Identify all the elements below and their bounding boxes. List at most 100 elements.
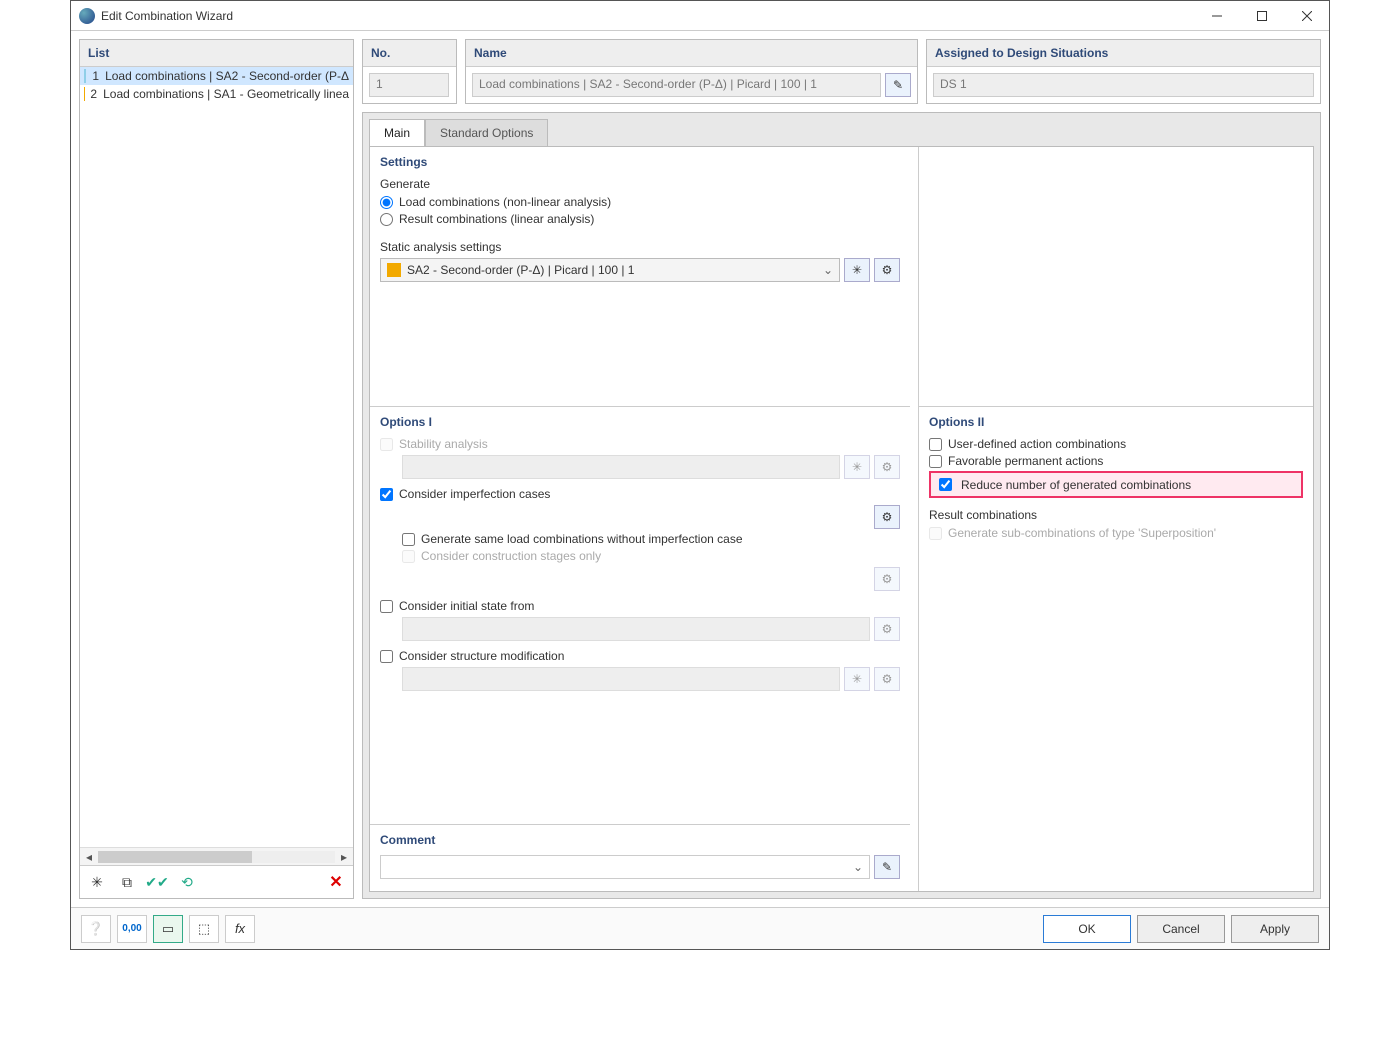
gear-icon: ⚙ (882, 460, 893, 474)
options1-title: Options I (380, 415, 900, 429)
refresh-button[interactable]: ⟲ (174, 870, 200, 894)
check-favorable[interactable]: Favorable permanent actions (929, 454, 1303, 468)
comment-section: Comment ⌄ ✎ (370, 825, 910, 891)
edit-name-button[interactable]: ✎ (885, 73, 911, 97)
check-button[interactable]: ✔✔ (144, 870, 170, 894)
radio-load-label: Load combinations (non-linear analysis) (399, 195, 611, 209)
close-button[interactable] (1284, 1, 1329, 30)
check-stability: Stability analysis (380, 437, 900, 451)
check-user-defined[interactable]: User-defined action combinations (929, 437, 1303, 451)
check-user-defined-input[interactable] (929, 438, 942, 451)
close-icon (1302, 11, 1312, 21)
edit-analysis-button[interactable]: ⚙ (874, 258, 900, 282)
help-button[interactable]: ❔ (81, 915, 111, 943)
check-initial-state-label: Consider initial state from (399, 599, 534, 613)
comment-title: Comment (380, 833, 900, 847)
generate-label: Generate (380, 177, 900, 191)
check-favorable-label: Favorable permanent actions (948, 454, 1103, 468)
refresh-icon: ⟲ (181, 874, 193, 891)
name-header: Name (466, 40, 917, 67)
help-icon: ❔ (88, 921, 104, 937)
view-button[interactable]: ⬚ (189, 915, 219, 943)
check-generate-same-input[interactable] (402, 533, 415, 546)
edit-stability-button: ⚙ (874, 455, 900, 479)
check-icon: ✔✔ (145, 874, 168, 891)
no-value: 1 (369, 73, 449, 97)
color-swatch-icon (387, 263, 401, 277)
check-initial-state[interactable]: Consider initial state from (380, 599, 900, 613)
gear-icon: ⚙ (882, 622, 893, 636)
static-analysis-value: SA2 - Second-order (P-Δ) | Picard | 100 … (407, 263, 634, 277)
list-toolbar: ✳ ⧉ ✔✔ ⟲ ✕ (80, 865, 353, 898)
copy-icon: ⧉ (122, 874, 132, 891)
edit-icon: ✎ (882, 860, 892, 874)
new-stability-button: ✳ (844, 455, 870, 479)
comment-input[interactable]: ⌄ (380, 855, 870, 879)
horizontal-scrollbar[interactable]: ◂ ▸ (80, 847, 353, 865)
check-generate-same[interactable]: Generate same load combinations without … (402, 532, 900, 546)
copy-button[interactable]: ⧉ (114, 870, 140, 894)
script-button[interactable]: fx (225, 915, 255, 943)
ds-header: Assigned to Design Situations (927, 40, 1320, 67)
stability-combo (402, 455, 840, 479)
result-combinations-label: Result combinations (929, 508, 1303, 522)
new-icon: ✳ (852, 263, 862, 277)
tab-standard-options[interactable]: Standard Options (425, 119, 548, 146)
scroll-left-icon[interactable]: ◂ (80, 850, 98, 864)
tabs-container: Main Standard Options Settings Generate … (362, 112, 1321, 899)
display-icon: ▭ (162, 921, 174, 937)
check-structure-mod-input[interactable] (380, 650, 393, 663)
check-generate-sub: Generate sub-combinations of type 'Super… (929, 526, 1303, 540)
new-analysis-button[interactable]: ✳ (844, 258, 870, 282)
list-header: List (80, 40, 353, 67)
maximize-button[interactable] (1239, 1, 1284, 30)
scroll-right-icon[interactable]: ▸ (335, 850, 353, 864)
maximize-icon (1257, 11, 1267, 21)
chevron-down-icon: ⌄ (823, 263, 833, 277)
script-icon: fx (235, 921, 245, 936)
check-favorable-input[interactable] (929, 455, 942, 468)
tab-main[interactable]: Main (369, 119, 425, 146)
new-button[interactable]: ✳ (84, 870, 110, 894)
apply-button[interactable]: Apply (1231, 915, 1319, 943)
minimize-button[interactable] (1194, 1, 1239, 30)
radio-result-input[interactable] (380, 213, 393, 226)
radio-load-combinations[interactable]: Load combinations (non-linear analysis) (380, 195, 900, 209)
radio-load-input[interactable] (380, 196, 393, 209)
settings-title: Settings (380, 155, 900, 169)
options2-top-spacer (919, 147, 1313, 407)
check-structure-modification[interactable]: Consider structure modification (380, 649, 900, 663)
comment-edit-button[interactable]: ✎ (874, 855, 900, 879)
check-generate-same-label: Generate same load combinations without … (421, 532, 743, 546)
delete-button[interactable]: ✕ (323, 870, 349, 894)
check-imperfection-input[interactable] (380, 488, 393, 501)
new-structure-button: ✳ (844, 667, 870, 691)
check-imperfection[interactable]: Consider imperfection cases (380, 487, 900, 501)
gear-icon: ⚙ (882, 572, 893, 586)
check-reduce-combinations-highlight: Reduce number of generated combinations (929, 471, 1303, 498)
ok-button[interactable]: OK (1043, 915, 1131, 943)
design-situations-group: Assigned to Design Situations DS 1 (926, 39, 1321, 104)
dialog-footer: ❔ 0,00 ▭ ⬚ fx OK Cancel Apply (71, 907, 1329, 949)
app-icon (79, 8, 95, 24)
check-construction-stages-label: Consider construction stages only (421, 549, 601, 563)
gear-icon: ⚙ (882, 510, 893, 524)
list-item[interactable]: 2 Load combinations | SA1 - Geometricall… (80, 85, 353, 103)
gear-icon: ⚙ (882, 263, 893, 277)
static-analysis-select[interactable]: SA2 - Second-order (P-Δ) | Picard | 100 … (380, 258, 840, 282)
cancel-button[interactable]: Cancel (1137, 915, 1225, 943)
check-initial-state-input[interactable] (380, 600, 393, 613)
scroll-thumb[interactable] (98, 851, 252, 863)
check-reduce-input[interactable] (939, 478, 952, 491)
units-button[interactable]: 0,00 (117, 915, 147, 943)
static-analysis-label: Static analysis settings (380, 240, 900, 254)
check-reduce-label: Reduce number of generated combinations (961, 478, 1191, 492)
radio-result-combinations[interactable]: Result combinations (linear analysis) (380, 212, 900, 226)
edit-imperfection-button[interactable]: ⚙ (874, 505, 900, 529)
check-structure-mod-label: Consider structure modification (399, 649, 564, 663)
display-button[interactable]: ▭ (153, 915, 183, 943)
delete-icon: ✕ (329, 872, 342, 892)
name-value: Load combinations | SA2 - Second-order (… (472, 73, 881, 97)
list-item[interactable]: 1 Load combinations | SA2 - Second-order… (80, 67, 353, 85)
view-icon: ⬚ (198, 921, 210, 937)
